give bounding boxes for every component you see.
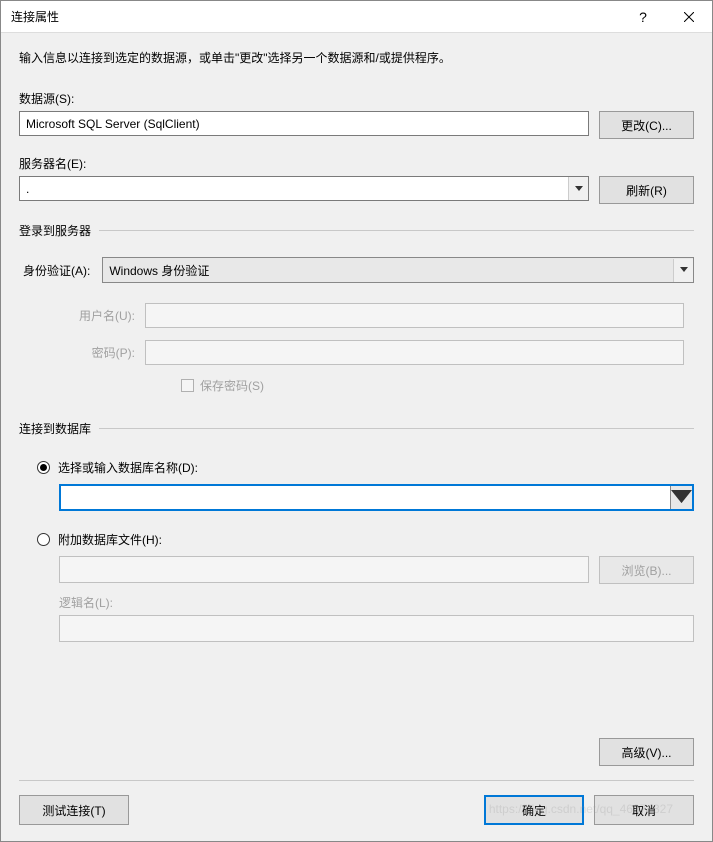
datasource-field[interactable]	[19, 111, 589, 136]
auth-value: Windows 身份验证	[103, 262, 673, 279]
logical-name-label: 逻辑名(L):	[59, 594, 694, 611]
test-connection-button[interactable]: 测试连接(T)	[19, 795, 129, 825]
logical-name-field	[59, 615, 694, 642]
radio-attach-label: 附加数据库文件(H):	[58, 531, 162, 548]
change-button[interactable]: 更改(C)...	[599, 111, 694, 139]
dialog-content: 输入信息以连接到选定的数据源，或单击"更改"选择另一个数据源和/或提供程序。 数…	[1, 33, 712, 841]
login-legend: 登录到服务器	[19, 222, 99, 243]
attach-file-field	[59, 556, 589, 583]
auth-combo[interactable]: Windows 身份验证	[102, 257, 694, 283]
login-fieldset: 登录到服务器 身份验证(A): Windows 身份验证 用户名(U):	[19, 222, 694, 394]
ok-button[interactable]: 确定	[484, 795, 584, 825]
datasource-label: 数据源(S):	[19, 90, 694, 107]
chevron-down-icon	[670, 486, 692, 509]
database-name-value	[61, 486, 670, 509]
auth-label: 身份验证(A):	[23, 262, 90, 279]
radio-select-db[interactable]	[37, 461, 50, 474]
server-value: .	[20, 182, 568, 196]
radio-attach-db[interactable]	[37, 533, 50, 546]
username-field	[145, 303, 684, 328]
titlebar: 连接属性 ?	[1, 1, 712, 33]
radio-select-label: 选择或输入数据库名称(D):	[58, 459, 198, 476]
divider	[99, 428, 694, 429]
database-fieldset: 连接到数据库 选择或输入数据库名称(D):	[19, 420, 694, 642]
dialog-window: 连接属性 ? 输入信息以连接到选定的数据源，或单击"更改"选择另一个数据源和/或…	[0, 0, 713, 842]
server-combo[interactable]: .	[19, 176, 589, 201]
save-password-checkbox	[181, 379, 194, 392]
username-label: 用户名(U):	[55, 307, 135, 324]
browse-button: 浏览(B)...	[599, 556, 694, 584]
close-icon	[684, 12, 694, 22]
advanced-button[interactable]: 高级(V)...	[599, 738, 694, 766]
refresh-button[interactable]: 刷新(R)	[599, 176, 694, 204]
database-name-combo[interactable]	[59, 484, 694, 511]
password-label: 密码(P):	[55, 344, 135, 361]
help-button[interactable]: ?	[620, 1, 666, 33]
divider	[19, 780, 694, 781]
divider	[99, 230, 694, 231]
intro-text: 输入信息以连接到选定的数据源，或单击"更改"选择另一个数据源和/或提供程序。	[19, 49, 694, 66]
chevron-down-icon	[568, 177, 588, 200]
database-legend: 连接到数据库	[19, 420, 99, 441]
close-button[interactable]	[666, 1, 712, 33]
password-field	[145, 340, 684, 365]
server-label: 服务器名(E):	[19, 155, 694, 172]
cancel-button[interactable]: 取消	[594, 795, 694, 825]
window-title: 连接属性	[11, 8, 620, 25]
chevron-down-icon	[673, 259, 693, 282]
save-password-label: 保存密码(S)	[200, 377, 264, 394]
